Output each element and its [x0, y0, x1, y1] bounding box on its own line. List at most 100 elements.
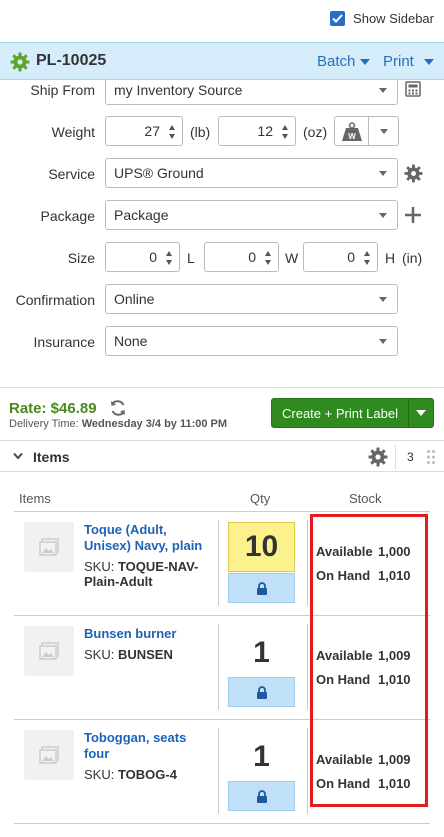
stock-highlight-box — [310, 514, 428, 807]
create-print-label-button[interactable]: Create + Print Label — [271, 398, 434, 428]
package-value: Package — [114, 207, 169, 223]
chevron-down-icon[interactable] — [416, 410, 426, 416]
batch-menu-button[interactable]: Batch — [317, 53, 371, 70]
confirmation-select[interactable]: Online — [105, 284, 398, 314]
divider — [307, 520, 308, 606]
drag-grip-icon[interactable] — [426, 449, 436, 465]
quantity-value[interactable]: 1 — [228, 732, 295, 782]
print-menu-button[interactable]: Print — [383, 53, 434, 70]
divider — [307, 728, 308, 814]
divider — [218, 520, 219, 606]
spinner-arrows-icon[interactable] — [264, 250, 272, 266]
top-bar: Show Sidebar — [0, 0, 444, 42]
item-sku: SKU: BUNSEN — [84, 647, 214, 662]
caret-down-icon — [380, 129, 388, 134]
rate-amount: Rate: $46.89 — [9, 400, 97, 417]
item-sku: SKU: TOBOG-4 — [84, 767, 214, 782]
size-width-value: 0 — [248, 249, 256, 265]
insurance-select[interactable]: None — [105, 326, 398, 356]
weight-oz-value: 12 — [257, 123, 273, 139]
image-placeholder-icon — [39, 746, 59, 764]
sku-label: SKU: — [84, 767, 118, 782]
package-label: Package — [40, 208, 95, 224]
create-print-label-text: Create + Print Label — [282, 406, 398, 421]
lock-icon — [256, 789, 267, 803]
collapse-chevron-icon[interactable] — [13, 452, 23, 460]
items-section-header: Items 3 — [0, 440, 444, 472]
quantity-value[interactable]: 1 — [228, 628, 295, 678]
spinner-arrows-icon[interactable] — [281, 124, 289, 140]
service-select[interactable]: UPS® Ground — [105, 158, 398, 188]
confirmation-label: Confirmation — [15, 292, 95, 308]
order-title: PL-10025 — [36, 52, 107, 69]
add-package-plus-icon[interactable] — [404, 206, 422, 224]
batch-label: Batch — [317, 53, 356, 70]
scale-weight-icon: W — [342, 122, 362, 141]
weight-oz-input[interactable]: 12 — [218, 116, 296, 146]
weight-lb-input[interactable]: 27 — [105, 116, 183, 146]
size-label: Size — [67, 250, 95, 266]
caret-down-icon — [379, 297, 387, 302]
weight-oz-unit: (oz) — [303, 124, 328, 140]
lock-quantity-button[interactable] — [228, 573, 295, 603]
item-name-link[interactable]: Toboggan, seats four — [84, 730, 214, 762]
item-sku: SKU: TOQUE-NAV-Plain-Adult — [84, 559, 214, 589]
size-width-input[interactable]: 0 — [204, 242, 279, 272]
ship-from-select[interactable]: my Inventory Source — [105, 80, 398, 105]
item-name-link[interactable]: Toque (Adult, Unisex) Navy, plain — [84, 522, 214, 554]
lock-icon — [256, 581, 267, 595]
delivery-time-value: Wednesday 3/4 by 11:00 PM — [81, 418, 228, 430]
delivery-time: Delivery Time: Wednesday 3/4 by 11:00 PM — [9, 418, 227, 430]
size-height-value: 0 — [347, 249, 355, 265]
sku-label: SKU: — [84, 647, 118, 662]
size-height-unit: H — [385, 250, 396, 266]
scale-button[interactable]: W — [334, 116, 399, 146]
size-length-input[interactable]: 0 — [105, 242, 180, 272]
service-value: UPS® Ground — [114, 165, 204, 181]
caret-down-icon — [379, 88, 387, 93]
insurance-value: None — [114, 333, 148, 349]
package-select[interactable]: Package — [105, 200, 398, 230]
items-settings-gear-icon[interactable] — [368, 447, 388, 467]
checkmark-icon — [332, 14, 343, 23]
show-sidebar-checkbox[interactable] — [330, 11, 346, 26]
show-sidebar-toggle[interactable]: Show Sidebar — [330, 11, 434, 26]
size-length-unit: L — [187, 250, 195, 266]
image-placeholder-icon — [39, 538, 59, 556]
show-sidebar-label: Show Sidebar — [353, 11, 434, 26]
lock-icon — [256, 685, 267, 699]
print-label: Print — [383, 53, 414, 70]
divider — [0, 387, 444, 388]
column-header-items: Items — [19, 491, 51, 506]
divider — [395, 445, 396, 469]
chevron-down-icon — [360, 58, 371, 65]
svg-text:W: W — [348, 132, 356, 141]
caret-down-icon — [379, 213, 387, 218]
weight-lb-unit: (lb) — [190, 124, 211, 140]
spinner-arrows-icon[interactable] — [165, 250, 173, 266]
quantity-value[interactable]: 10 — [228, 522, 295, 572]
product-image-placeholder — [24, 730, 74, 780]
lock-quantity-button[interactable] — [228, 781, 295, 811]
item-name-link[interactable]: Bunsen burner — [84, 626, 214, 642]
sku-label: SKU: — [84, 559, 118, 574]
service-settings-gear-icon[interactable] — [404, 164, 423, 183]
calculator-icon[interactable] — [405, 81, 421, 97]
caret-down-icon — [379, 171, 387, 176]
button-separator — [408, 399, 409, 427]
column-header-qty: Qty — [250, 491, 271, 506]
size-height-input[interactable]: 0 — [303, 242, 378, 272]
divider — [218, 728, 219, 814]
confirmation-value: Online — [114, 291, 155, 307]
divider — [307, 624, 308, 710]
spinner-arrows-icon[interactable] — [363, 250, 371, 266]
ship-from-value: my Inventory Source — [114, 82, 243, 98]
shipment-header: PL-10025 Batch Print — [0, 42, 444, 80]
spinner-arrows-icon[interactable] — [168, 124, 176, 140]
items-count: 3 — [407, 450, 414, 464]
product-image-placeholder — [24, 522, 74, 572]
shipping-form: Ship From my Inventory Source Weight 27 … — [0, 80, 444, 370]
lock-quantity-button[interactable] — [228, 677, 295, 707]
refresh-rate-icon[interactable] — [109, 399, 127, 417]
image-placeholder-icon — [39, 642, 59, 660]
